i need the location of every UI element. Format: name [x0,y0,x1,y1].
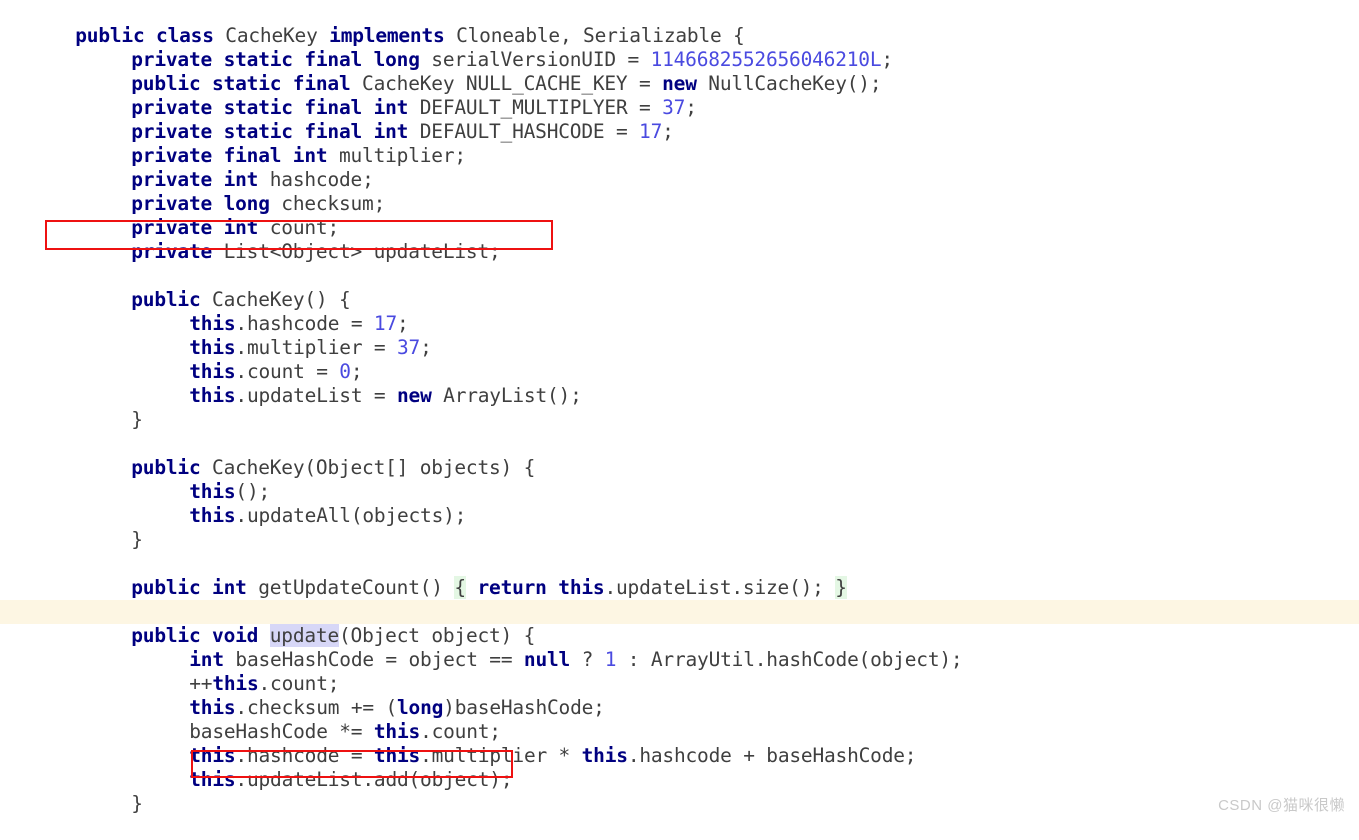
code-line-10[interactable]: private List<Object> updateList; [0,216,1359,263]
code-line-7[interactable]: private int hashcode; [0,144,1359,191]
code-line-13[interactable]: this.hashcode = 17; [0,288,1359,335]
code-line-25-blank[interactable] [0,576,1359,600]
code-line-18-blank[interactable] [0,408,1359,432]
code-line-20[interactable]: this(); [0,456,1359,503]
code-content[interactable]: public class CacheKey implements Cloneab… [0,0,1359,815]
code-line-4[interactable]: private static final int DEFAULT_MULTIPL… [0,72,1359,119]
code-line-31[interactable]: this.hashcode = this.multiplier * this.h… [0,720,1359,767]
csdn-watermark: CSDN @猫咪很懒 [1218,797,1345,814]
code-line-3[interactable]: public static final CacheKey NULL_CACHE_… [0,48,1359,95]
code-line-33[interactable]: } [0,768,1359,815]
code-line-12[interactable]: public CacheKey() { [0,264,1359,311]
code-line-32[interactable]: this.updateList.add(object); [0,744,1359,791]
code-line-17[interactable]: } [0,384,1359,431]
code-line-21[interactable]: this.updateAll(objects); [0,480,1359,527]
code-line-19[interactable]: public CacheKey(Object[] objects) { [0,432,1359,479]
code-line-8[interactable]: private long checksum; [0,168,1359,215]
code-line-11-blank[interactable] [0,240,1359,264]
code-line-2[interactable]: private static final long serialVersionU… [0,24,1359,71]
code-editor[interactable]: public class CacheKey implements Cloneab… [0,0,1359,821]
code-line-5[interactable]: private static final int DEFAULT_HASHCOD… [0,96,1359,143]
code-line-27[interactable]: int baseHashCode = object == null ? 1 : … [0,624,1359,671]
code-line-24[interactable]: public int getUpdateCount() { return thi… [0,552,1359,599]
code-line-9[interactable]: private int count; [0,192,1359,239]
code-line-16[interactable]: this.updateList = new ArrayList(); [0,360,1359,407]
code-line-6[interactable]: private final int multiplier; [0,120,1359,167]
code-line-1[interactable]: public class CacheKey implements Cloneab… [0,0,1359,47]
code-line-28[interactable]: ++this.count; [0,648,1359,695]
code-line-15[interactable]: this.count = 0; [0,336,1359,383]
code-line-26[interactable]: public void update(Object object) { [0,600,1359,647]
code-line-29[interactable]: this.checksum += (long)baseHashCode; [0,672,1359,719]
code-line-22[interactable]: } [0,504,1359,551]
code-line-30[interactable]: baseHashCode *= this.count; [0,696,1359,743]
code-line-23-blank[interactable] [0,528,1359,552]
code-line-14[interactable]: this.multiplier = 37; [0,312,1359,359]
token-identifier: } [131,792,143,815]
